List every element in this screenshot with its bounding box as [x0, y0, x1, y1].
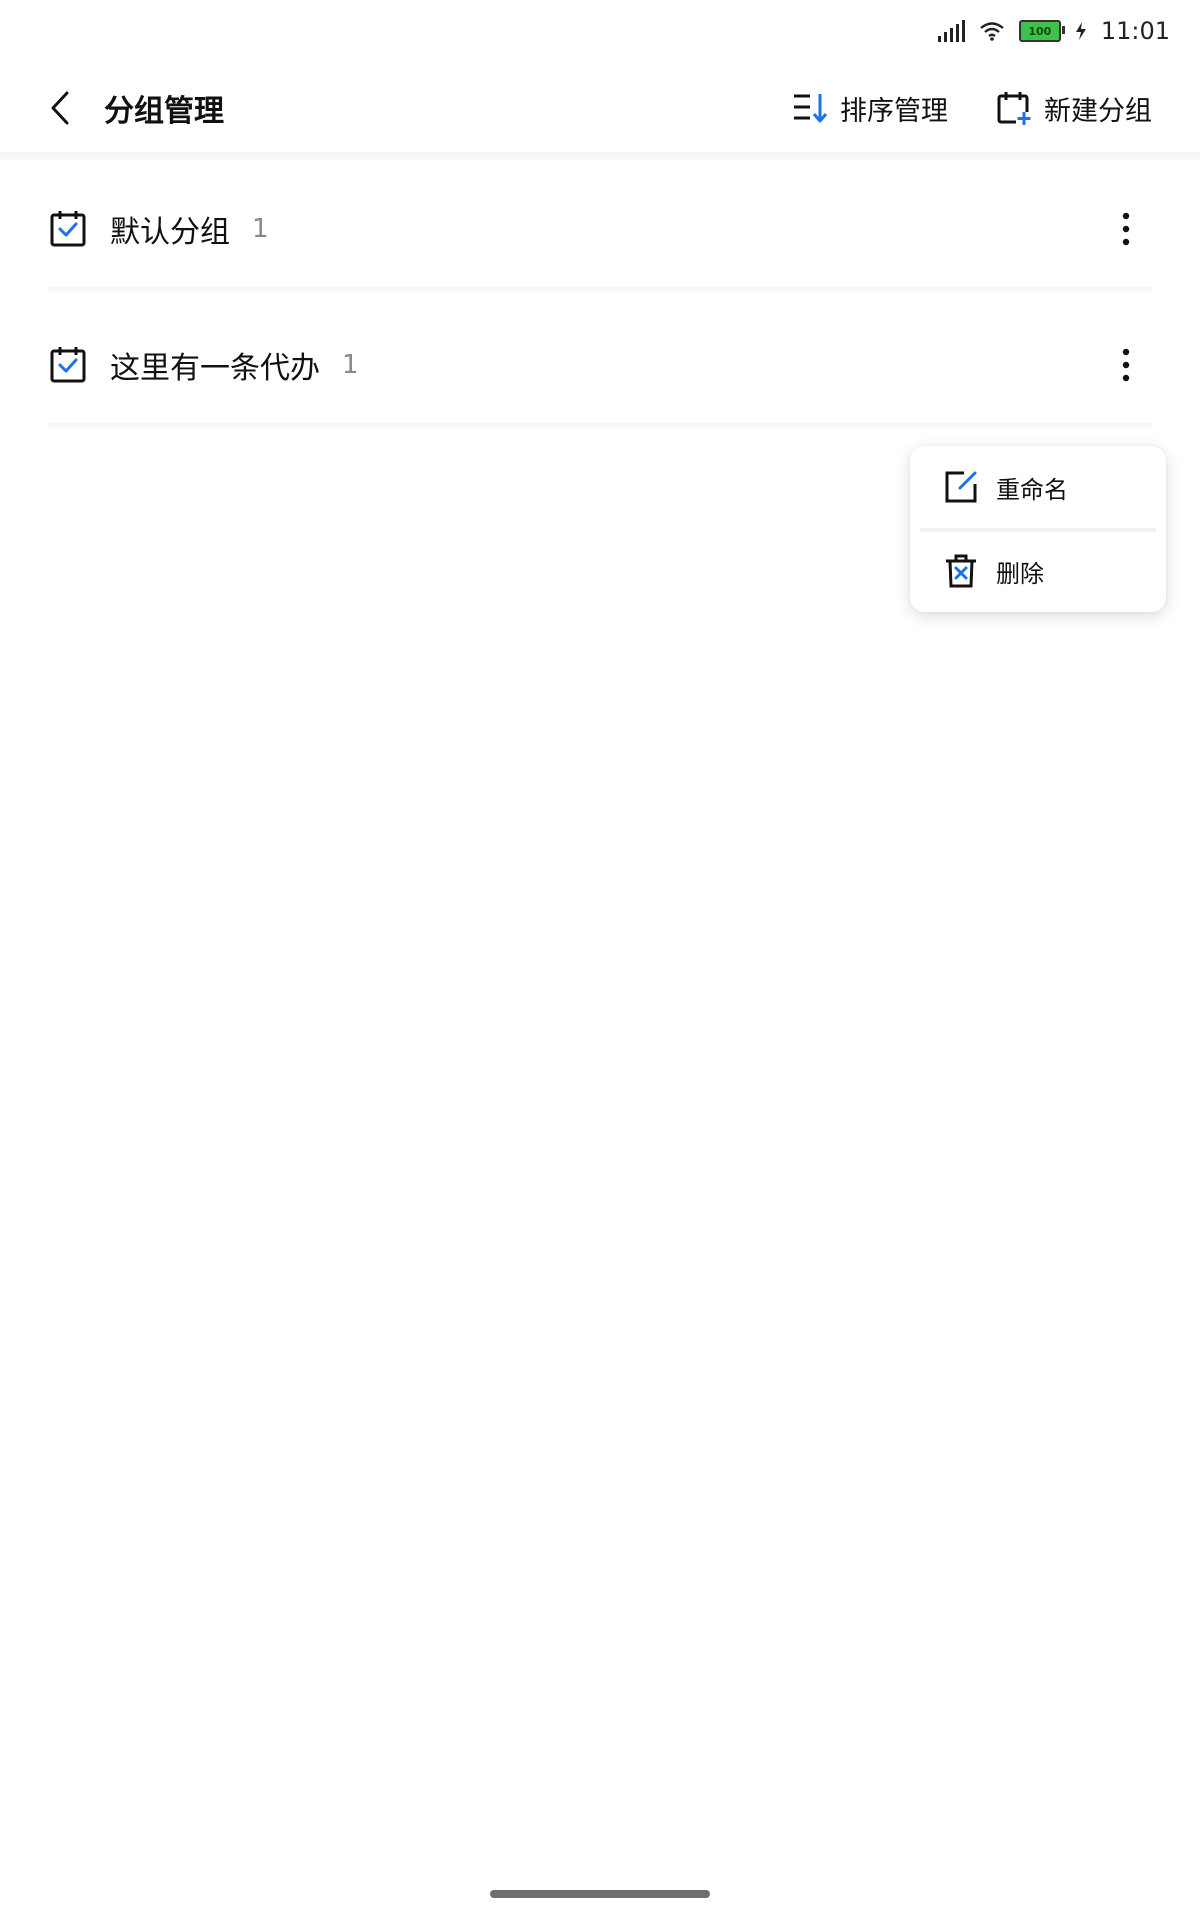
new-group-button[interactable]: 新建分组	[996, 86, 1152, 130]
status-bar: 100 11:01	[0, 0, 1200, 60]
calendar-check-icon	[50, 347, 86, 383]
status-icons: 100 11:01	[937, 14, 1170, 48]
row-divider	[48, 422, 1152, 430]
group-row-todo[interactable]: 这里有一条代办 1	[48, 310, 1152, 420]
header: 分组管理 排序管理 新建分组	[0, 60, 1200, 156]
group-row-default[interactable]: 默认分组 1	[48, 174, 1152, 284]
status-time: 11:01	[1100, 17, 1170, 45]
more-vertical-icon	[1122, 212, 1130, 246]
rename-label: 重命名	[996, 475, 1068, 504]
sort-manage-label: 排序管理	[840, 95, 948, 127]
sort-icon	[794, 94, 828, 123]
rename-menu-item[interactable]: 重命名	[910, 446, 1166, 528]
sort-manage-button[interactable]: 排序管理	[792, 86, 948, 130]
delete-menu-item[interactable]: 删除	[910, 530, 1166, 612]
edit-icon	[945, 471, 977, 503]
more-options-button[interactable]	[1106, 340, 1146, 390]
delete-label: 删除	[996, 559, 1044, 588]
new-group-label: 新建分组	[1044, 95, 1152, 127]
calendar-add-icon	[997, 92, 1032, 126]
more-vertical-icon	[1122, 348, 1130, 382]
battery-icon: 100	[1018, 20, 1065, 42]
wifi-icon	[980, 22, 1004, 41]
group-name: 这里有一条代办	[110, 351, 320, 386]
trash-icon	[946, 554, 976, 588]
signal-icon	[937, 20, 965, 42]
page-title: 分组管理	[104, 94, 224, 129]
row-divider	[48, 286, 1152, 294]
group-name: 默认分组	[110, 215, 230, 250]
battery-level: 100	[1028, 24, 1052, 38]
back-button[interactable]	[40, 88, 80, 128]
page: 100 11:01 分组管理 排序管理 新建分组 默认分组 1 这里有一条代办 …	[0, 0, 1200, 1920]
group-count: 1	[342, 350, 359, 380]
header-divider	[0, 152, 1200, 162]
calendar-check-icon	[50, 211, 86, 247]
group-options-menu: 重命名 删除	[910, 446, 1166, 612]
more-options-button[interactable]	[1106, 204, 1146, 254]
group-count: 1	[252, 214, 269, 244]
back-arrow-icon	[51, 91, 69, 125]
charging-icon	[1075, 22, 1086, 40]
home-indicator[interactable]	[490, 1890, 710, 1898]
